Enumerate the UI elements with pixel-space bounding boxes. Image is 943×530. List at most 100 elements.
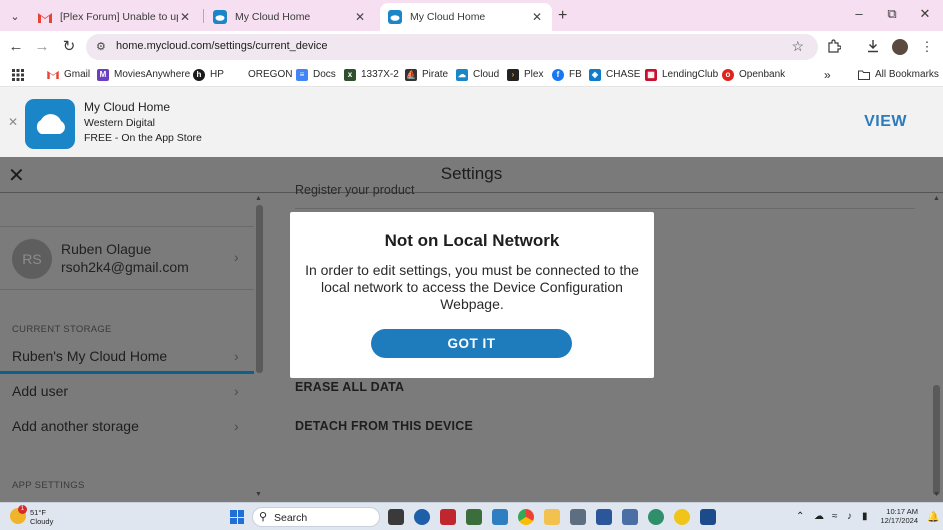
profile-avatar[interactable] <box>892 39 908 55</box>
bookmark-moviesanywhere[interactable]: M MoviesAnywhere <box>97 67 190 82</box>
bookmark-star-icon[interactable]: ☆ <box>791 38 804 55</box>
back-arrow-icon[interactable]: ← <box>7 38 25 56</box>
extensions-puzzle-icon[interactable] <box>826 39 842 55</box>
all-bookmarks-label: All Bookmarks <box>875 69 939 80</box>
tab-close-icon[interactable]: ✕ <box>178 10 192 24</box>
app-icon[interactable] <box>648 509 664 525</box>
notepad-icon[interactable] <box>622 509 638 525</box>
bookmark-label: Openbank <box>739 69 786 80</box>
bookmark-lendingclub[interactable]: ▦ LendingClub <box>645 67 718 82</box>
reload-icon[interactable]: ↻ <box>60 38 78 56</box>
erase-all-data-button[interactable]: ERASE ALL DATA <box>295 380 404 394</box>
lendingclub-icon: ▦ <box>645 68 657 81</box>
address-bar[interactable]: ⚙ home.mycloud.com/settings/current_devi… <box>86 34 818 60</box>
more-menu-icon[interactable]: ⋮ <box>919 39 935 55</box>
bookmark-1337x[interactable]: x 1337X-2 <box>344 67 399 82</box>
bookmark-fb[interactable]: f FB <box>552 67 582 82</box>
app-settings-label: APP SETTINGS <box>12 480 85 491</box>
app-icon[interactable] <box>440 509 456 525</box>
app-icon[interactable] <box>414 509 430 525</box>
new-tab-plus-icon[interactable]: + <box>558 7 567 25</box>
windows-taskbar: 1 51°F Cloudy ⚲ Search ⌃ ☁ ≈ ♪ ▮ 10:17 A… <box>0 502 943 530</box>
bookmark-label: CHASE <box>606 69 641 80</box>
app-icon[interactable] <box>492 509 508 525</box>
minimize-icon[interactable]: – <box>849 6 869 21</box>
chevron-right-icon: › <box>234 383 239 399</box>
taskbar-search[interactable]: ⚲ Search <box>252 507 380 527</box>
tab-close-icon[interactable]: ✕ <box>530 10 544 24</box>
scroll-down-icon[interactable]: ▼ <box>933 491 940 498</box>
got-it-button[interactable]: GOT IT <box>371 329 572 358</box>
bookmark-hp[interactable]: h HP <box>193 67 224 82</box>
task-view-icon[interactable] <box>388 509 404 525</box>
app-icon[interactable] <box>674 509 690 525</box>
restore-icon[interactable]: ⧉ <box>882 6 902 22</box>
scrollbar-thumb[interactable] <box>933 385 940 495</box>
bookmark-oregon[interactable]: OREGON <box>248 67 292 82</box>
bookmark-label: Gmail <box>64 69 91 80</box>
chrome-icon[interactable] <box>518 509 534 525</box>
all-bookmarks[interactable]: All Bookmarks <box>858 67 939 82</box>
windows-start-icon[interactable] <box>230 510 244 524</box>
user-account-row[interactable]: RS Ruben Olague rsoh2k4@gmail.com › <box>0 226 254 290</box>
banner-view-link[interactable]: VIEW <box>864 113 907 131</box>
weather-temp: 51°F <box>30 508 46 517</box>
register-product-link[interactable]: Register your product <box>295 183 415 197</box>
wifi-icon[interactable]: ≈ <box>832 511 838 522</box>
tab-plex-forum[interactable]: [Plex Forum] Unable to upload ✕ <box>30 3 200 31</box>
docs-icon: ≡ <box>296 68 308 81</box>
movies-anywhere-icon: M <box>97 68 109 81</box>
forward-arrow-icon[interactable]: → <box>33 38 51 56</box>
left-scrollbar[interactable]: ▲ ▼ <box>254 193 265 502</box>
battery-icon[interactable]: ▮ <box>862 511 868 522</box>
bookmark-plex[interactable]: › Plex <box>507 67 543 82</box>
word-icon[interactable] <box>596 509 612 525</box>
tray-overflow-chevron-icon[interactable]: ⌃ <box>796 511 804 522</box>
bookmark-docs[interactable]: ≡ Docs <box>296 67 336 82</box>
site-settings-icon[interactable]: ⚙ <box>96 40 106 53</box>
app-icon[interactable] <box>466 509 482 525</box>
tab-close-icon[interactable]: ✕ <box>353 10 367 24</box>
app-icon[interactable] <box>700 509 716 525</box>
tab-my-cloud-home-1[interactable]: My Cloud Home ✕ <box>205 3 375 31</box>
bookmark-openbank[interactable]: o Openbank <box>722 67 785 82</box>
banner-app-price: FREE - On the App Store <box>84 132 202 144</box>
cloud-icon: ☁ <box>456 68 468 81</box>
tab-search-chevron-icon[interactable]: ⌄ <box>6 7 24 25</box>
bookmark-pirate[interactable]: ⛵ Pirate <box>405 67 448 82</box>
file-explorer-icon[interactable] <box>544 509 560 525</box>
notifications-bell-icon[interactable]: 🔔 <box>927 512 939 523</box>
chevron-right-icon: › <box>234 348 239 364</box>
search-label: Search <box>274 512 308 524</box>
banner-close-icon[interactable]: ✕ <box>8 115 18 129</box>
bookmark-gmail[interactable]: Gmail <box>47 67 90 82</box>
right-scrollbar[interactable]: ▲ ▼ <box>930 193 943 502</box>
scroll-up-icon[interactable]: ▲ <box>933 195 940 202</box>
detach-device-button[interactable]: DETACH FROM THIS DEVICE <box>295 419 473 433</box>
window-close-icon[interactable]: ✕ <box>915 6 935 22</box>
bookmark-cloud[interactable]: ☁ Cloud <box>456 67 499 82</box>
taskbar-clock[interactable]: 10:17 AM 12/17/2024 <box>876 507 918 525</box>
pirate-icon: ⛵ <box>405 68 417 81</box>
weather-condition: Cloudy <box>30 517 54 526</box>
bookmark-label: Pirate <box>422 69 449 80</box>
add-user-item[interactable]: Add user › <box>0 374 254 409</box>
storage-item-current[interactable]: Ruben's My Cloud Home › <box>0 339 254 374</box>
calculator-icon[interactable] <box>570 509 586 525</box>
address-url[interactable]: home.mycloud.com/settings/current_device <box>116 40 328 52</box>
downloads-icon[interactable] <box>865 39 881 55</box>
notification-badge: 1 <box>18 505 27 514</box>
scroll-up-icon[interactable]: ▲ <box>255 195 262 202</box>
apps-grid-icon[interactable] <box>12 67 24 82</box>
1337x-icon: x <box>344 68 356 81</box>
onedrive-icon[interactable]: ☁ <box>814 511 824 522</box>
bookmarks-overflow-chevron-icon[interactable]: » <box>824 67 831 82</box>
tab-my-cloud-home-active[interactable]: My Cloud Home ✕ <box>380 3 552 31</box>
browser-toolbar: ← → ↻ ⚙ home.mycloud.com/settings/curren… <box>0 31 943 62</box>
add-another-storage-item[interactable]: Add another storage › <box>0 409 254 444</box>
scroll-down-icon[interactable]: ▼ <box>255 491 262 498</box>
openbank-icon: o <box>722 68 734 81</box>
scrollbar-thumb[interactable] <box>256 205 263 373</box>
bookmark-chase[interactable]: ◈ CHASE <box>589 67 640 82</box>
volume-icon[interactable]: ♪ <box>847 511 852 522</box>
